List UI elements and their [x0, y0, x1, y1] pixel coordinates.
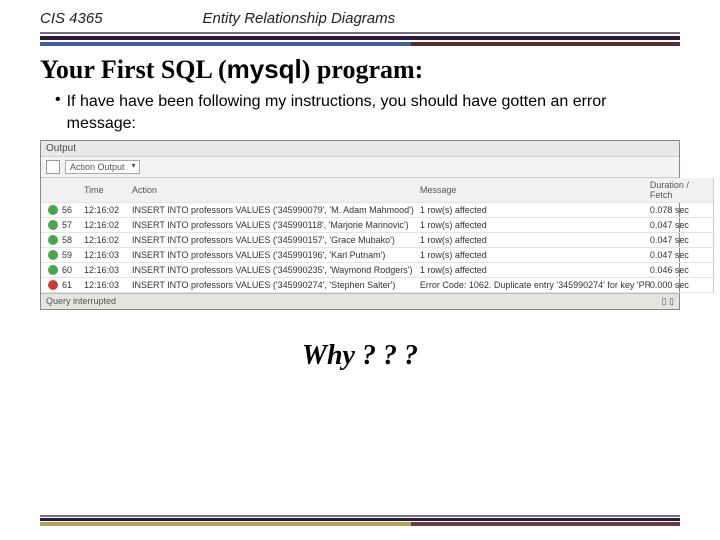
col-duration: Duration / Fetch — [650, 180, 710, 200]
row-time: 12:16:03 — [84, 250, 132, 260]
row-duration: 0.046 sec — [650, 265, 710, 275]
row-message: 1 row(s) affected — [420, 220, 650, 230]
row-time: 12:16:02 — [84, 205, 132, 215]
grid-header: Time Action Message Duration / Fetch — [41, 178, 713, 203]
row-message: Error Code: 1062. Duplicate entry '34599… — [420, 280, 650, 290]
grid-row[interactable]: 5912:16:03INSERT INTO professors VALUES … — [41, 248, 713, 263]
row-num: 58 — [62, 235, 84, 245]
output-toolbar: Action Output — [41, 157, 679, 178]
row-duration: 0.078 sec — [650, 205, 710, 215]
col-action: Action — [132, 185, 420, 195]
row-action: INSERT INTO professors VALUES ('34599007… — [132, 205, 420, 215]
row-message: 1 row(s) affected — [420, 205, 650, 215]
course-code: CIS 4365 — [40, 10, 103, 27]
row-time: 12:16:03 — [84, 280, 132, 290]
grid-row[interactable]: 6012:16:03INSERT INTO professors VALUES … — [41, 263, 713, 278]
success-icon — [48, 205, 58, 215]
row-action: INSERT INTO professors VALUES ('34599027… — [132, 280, 420, 290]
mysql-output-panel: Output Action Output Time Action Message… — [40, 140, 680, 310]
row-action: INSERT INTO professors VALUES ('34599015… — [132, 235, 420, 245]
output-footer: Query interrupted ▯ ▯ — [41, 293, 679, 309]
header-title: Entity Relationship Diagrams — [203, 10, 396, 27]
row-num: 59 — [62, 250, 84, 260]
footer-icons: ▯ ▯ — [662, 296, 674, 307]
row-message: 1 row(s) affected — [420, 265, 650, 275]
success-icon — [48, 220, 58, 230]
col-message: Message — [420, 185, 650, 195]
top-divider — [40, 32, 680, 46]
row-duration: 0.047 sec — [650, 235, 710, 245]
row-time: 12:16:02 — [84, 220, 132, 230]
grid-row[interactable]: 5712:16:02INSERT INTO professors VALUES … — [41, 218, 713, 233]
bullet-list: • If have have been following my instruc… — [55, 91, 680, 134]
output-type-dropdown[interactable]: Action Output — [65, 160, 140, 174]
grid-row[interactable]: 6112:16:03INSERT INTO professors VALUES … — [41, 278, 713, 293]
row-time: 12:16:02 — [84, 235, 132, 245]
error-icon — [48, 280, 58, 290]
bullet-text: If have have been following my instructi… — [67, 91, 680, 134]
row-action: INSERT INTO professors VALUES ('34599023… — [132, 265, 420, 275]
slide-title: Your First SQL (mysql) program: — [40, 54, 680, 85]
output-panel-label: Output — [41, 141, 679, 157]
col-time: Time — [84, 185, 132, 195]
row-message: 1 row(s) affected — [420, 250, 650, 260]
footer-status: Query interrupted — [46, 296, 116, 307]
bottom-divider — [40, 515, 680, 526]
row-num: 57 — [62, 220, 84, 230]
row-num: 61 — [62, 280, 84, 290]
scrollbar[interactable] — [713, 178, 714, 293]
output-icon[interactable] — [46, 160, 60, 174]
row-action: INSERT INTO professors VALUES ('34599011… — [132, 220, 420, 230]
grid-row[interactable]: 5812:16:02INSERT INTO professors VALUES … — [41, 233, 713, 248]
row-action: INSERT INTO professors VALUES ('34599019… — [132, 250, 420, 260]
grid-row[interactable]: 5612:16:02INSERT INTO professors VALUES … — [41, 203, 713, 218]
row-num: 56 — [62, 205, 84, 215]
success-icon — [48, 250, 58, 260]
row-message: 1 row(s) affected — [420, 235, 650, 245]
why-question: Why ? ? ? — [0, 340, 720, 372]
success-icon — [48, 265, 58, 275]
bullet-icon: • — [55, 91, 61, 109]
success-icon — [48, 235, 58, 245]
row-duration: 0.000 sec — [650, 280, 710, 290]
row-duration: 0.047 sec — [650, 250, 710, 260]
row-duration: 0.047 sec — [650, 220, 710, 230]
row-num: 60 — [62, 265, 84, 275]
row-time: 12:16:03 — [84, 265, 132, 275]
